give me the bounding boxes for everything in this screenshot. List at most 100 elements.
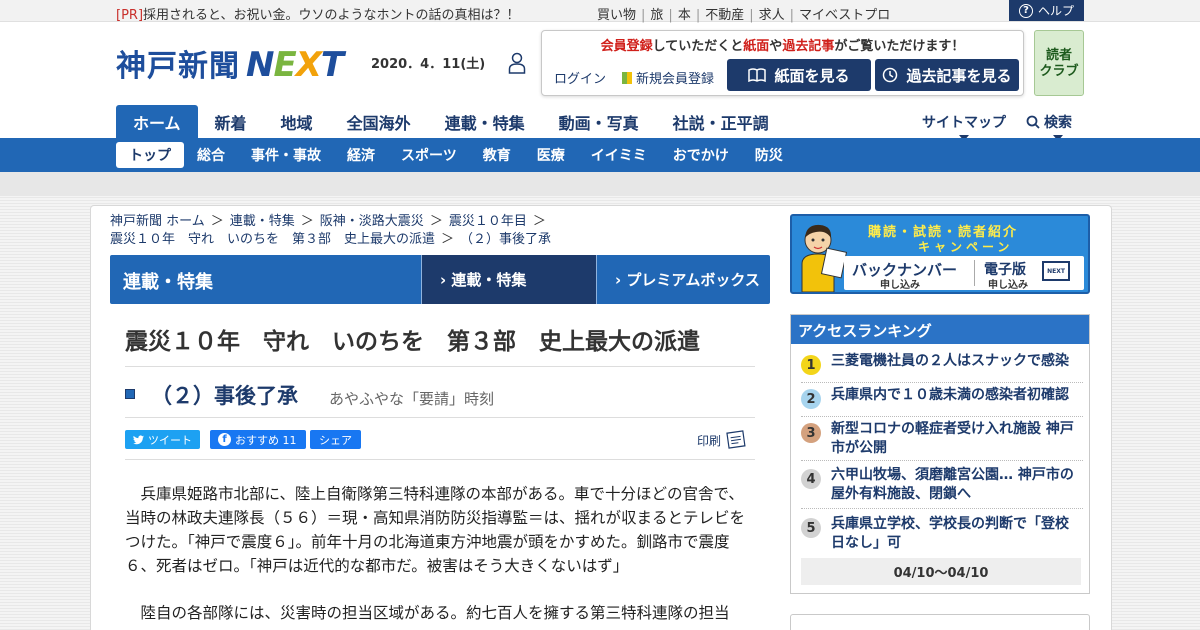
pr-text: 採用されると、お祝い金。ウソのようなホントの話の真相は？！	[143, 8, 520, 23]
subnav-medical[interactable]: 医療	[524, 142, 578, 168]
search-link[interactable]: 検索	[1026, 112, 1072, 141]
ranking-text[interactable]: 三菱電機社員の２人はスナックで感染	[831, 352, 1081, 371]
tweet-button[interactable]: ツイート	[125, 430, 200, 449]
campaign-subheading: キャンペーン	[918, 240, 1014, 254]
subnav-top[interactable]: トップ	[116, 142, 184, 168]
section-title: 連載・特集	[123, 272, 213, 293]
nav-local[interactable]: 地域	[264, 105, 330, 138]
subnav-outing[interactable]: おでかけ	[660, 142, 742, 168]
sub-nav: トップ 総合 事件・事故 経済 スポーツ 教育 医療 イイミミ おでかけ 防災	[0, 138, 1200, 172]
pr-tag: [PR]	[116, 8, 144, 23]
rank-badge: 2	[801, 389, 821, 409]
article-subtitle-note: あやふやな「要請」時刻	[329, 390, 495, 408]
ranking-header: アクセスランキング	[791, 315, 1089, 344]
ranking-period: 04/10～04/10	[801, 558, 1081, 585]
top-link-realestate[interactable]: 不動産	[705, 8, 744, 23]
user-icon[interactable]	[508, 52, 526, 74]
nav-editorial[interactable]: 社説・正平調	[656, 105, 786, 138]
article-title: 震災１０年 守れ いのちを 第３部 史上最大の派遣	[125, 322, 755, 367]
subnav-education[interactable]: 教育	[470, 142, 524, 168]
breadcrumb-earthquake[interactable]: 阪神・淡路大震災	[320, 214, 424, 229]
square-bullet-icon	[125, 389, 135, 399]
ranking-text[interactable]: 新型コロナの軽症者受け入れ施設 神戸市が公開	[831, 420, 1081, 458]
subnav-economy[interactable]: 経済	[334, 142, 388, 168]
beginner-mark-icon	[622, 71, 632, 84]
pr-link[interactable]: [PR]採用されると、お祝い金。ウソのようなホントの話の真相は？！	[116, 4, 520, 23]
twitter-icon	[133, 434, 144, 444]
ranking-item[interactable]: 2 兵庫県内で１０歳未満の感染者初確認	[801, 385, 1083, 417]
ranking-text[interactable]: 兵庫県立学校、学校長の判断で「登校日なし」可	[831, 515, 1081, 553]
top-link-books[interactable]: 本	[678, 8, 691, 23]
rank-badge: 3	[801, 423, 821, 443]
member-box: 会員登録していただくと紙面や過去記事がご覧いただけます！ ログイン 新規会員登録…	[541, 30, 1024, 96]
facebook-recommend-button[interactable]: f おすすめ 11	[210, 430, 306, 449]
subnav-disaster[interactable]: 防災	[742, 142, 796, 168]
print-icon	[726, 430, 746, 449]
clock-icon	[883, 67, 898, 83]
tab-premium-box[interactable]: › プレミアムボックス	[596, 255, 770, 304]
subnav-general[interactable]: 総合	[184, 142, 238, 168]
top-link-jobs[interactable]: 求人	[759, 8, 785, 23]
breadcrumb-home[interactable]: 神戸新聞 ホーム	[110, 214, 205, 229]
top-link-shopping[interactable]: 買い物	[597, 8, 636, 23]
subnav-incidents[interactable]: 事件・事故	[238, 142, 334, 168]
subscription-campaign-banner[interactable]: 購読・試読・読者紹介 キャンペーン バックナンバー 申し込み 電子版 申し込み …	[790, 214, 1090, 294]
ranking-text[interactable]: 兵庫県内で１０歳未満の感染者初確認	[831, 386, 1081, 405]
reader-club-button[interactable]: 読者 クラブ	[1034, 30, 1084, 96]
top-link-travel[interactable]: 旅	[650, 8, 663, 23]
help-button[interactable]: ? ヘルプ	[1009, 0, 1084, 21]
help-label: ヘルプ	[1037, 4, 1074, 18]
article-paragraph-2: 陸自の各部隊には、災害時の担当区域がある。約七百人を擁する第三特科連隊の担当	[125, 604, 730, 622]
facebook-icon: f	[218, 433, 231, 446]
search-icon	[1026, 115, 1040, 129]
subnav-iimimi[interactable]: イイミミ	[578, 142, 660, 168]
nav-new[interactable]: 新着	[198, 105, 264, 138]
nav-series[interactable]: 連載・特集	[428, 105, 542, 138]
rank-badge: 4	[801, 469, 821, 489]
book-icon	[748, 68, 767, 82]
access-ranking: アクセスランキング 1 三菱電機社員の２人はスナックで感染 2 兵庫県内で１０歳…	[790, 314, 1090, 594]
tab-series[interactable]: › 連載・特集	[421, 255, 596, 304]
login-link[interactable]: ログイン	[554, 68, 606, 87]
top-links: 買い物 | 旅 | 本 | 不動産 | 求人 | マイベストプロ	[597, 8, 891, 23]
ranking-item[interactable]: 5 兵庫県立学校、学校長の判断で「登校日なし」可	[801, 514, 1083, 556]
question-icon: ?	[1018, 3, 1033, 18]
new-register-link[interactable]: 新規会員登録	[622, 68, 714, 87]
site-logo[interactable]: 神戸新聞 NEXT	[116, 41, 344, 85]
ranking-item[interactable]: 1 三菱電機社員の２人はスナックで感染	[801, 351, 1083, 383]
breadcrumb: 神戸新聞 ホーム＞連載・特集＞阪神・淡路大震災＞震災１０年目＞震災１０年 守れ …	[110, 214, 552, 247]
nav-video[interactable]: 動画・写真	[542, 105, 656, 138]
breadcrumb-10years[interactable]: 震災１０年目	[449, 214, 527, 229]
next-widget	[790, 614, 1090, 630]
top-strip: [PR]採用されると、お祝い金。ウソのようなホントの話の真相は？！ 買い物 | 旅 |…	[0, 0, 1200, 23]
view-paper-button[interactable]: 紙面を見る	[727, 59, 871, 91]
article-subtitle: （２）事後了承	[151, 384, 298, 408]
tablet-icon: NEXT	[1042, 261, 1070, 281]
nav-national[interactable]: 全国海外	[330, 105, 428, 138]
ranking-item[interactable]: 3 新型コロナの軽症者受け入れ施設 神戸市が公開	[801, 419, 1083, 461]
ranking-item[interactable]: 4 六甲山牧場、須磨離宮公園… 神戸市の屋外有料施設、閉鎖へ	[801, 465, 1083, 509]
rank-badge: 1	[801, 355, 821, 375]
nav-home[interactable]: ホーム	[116, 105, 198, 138]
subnav-sports[interactable]: スポーツ	[388, 142, 470, 168]
past-articles-button[interactable]: 過去記事を見る	[875, 59, 1019, 91]
breadcrumb-article-series[interactable]: 震災１０年 守れ いのちを 第３部 史上最大の派遣	[110, 232, 435, 247]
ranking-text[interactable]: 六甲山牧場、須磨離宮公園… 神戸市の屋外有料施設、閉鎖へ	[831, 466, 1081, 504]
facebook-share-button[interactable]: シェア	[310, 430, 361, 449]
campaign-panel: バックナンバー 申し込み 電子版 申し込み NEXT	[844, 256, 1084, 291]
print-button[interactable]: 印刷	[697, 430, 747, 450]
top-link-mybestpro[interactable]: マイベストプロ	[799, 8, 890, 23]
reader-illustration-icon	[801, 224, 848, 292]
section-header: 連載・特集 › 連載・特集 › プレミアムボックス	[110, 255, 770, 304]
main-nav: ホーム 新着 地域 全国海外 連載・特集 動画・写真 社説・正平調	[116, 105, 786, 138]
article-paragraph-1: 兵庫県姫路市北部に、陸上自衛隊第三特科連隊の本部がある。車で十分ほどの官舎で、当…	[125, 485, 746, 575]
logo-next: NEXT	[246, 45, 344, 85]
sitemap-link[interactable]: サイトマップ	[922, 112, 1006, 141]
rank-badge: 5	[801, 518, 821, 538]
current-date: 2020．4．11(土)	[371, 57, 486, 72]
digital-edition-apply: 申し込み	[988, 280, 1028, 291]
breadcrumb-series[interactable]: 連載・特集	[230, 214, 295, 229]
gray-band	[0, 172, 1200, 196]
share-divider	[125, 459, 755, 460]
member-message: 会員登録していただくと紙面や過去記事がご覧いただけます！	[600, 39, 965, 54]
